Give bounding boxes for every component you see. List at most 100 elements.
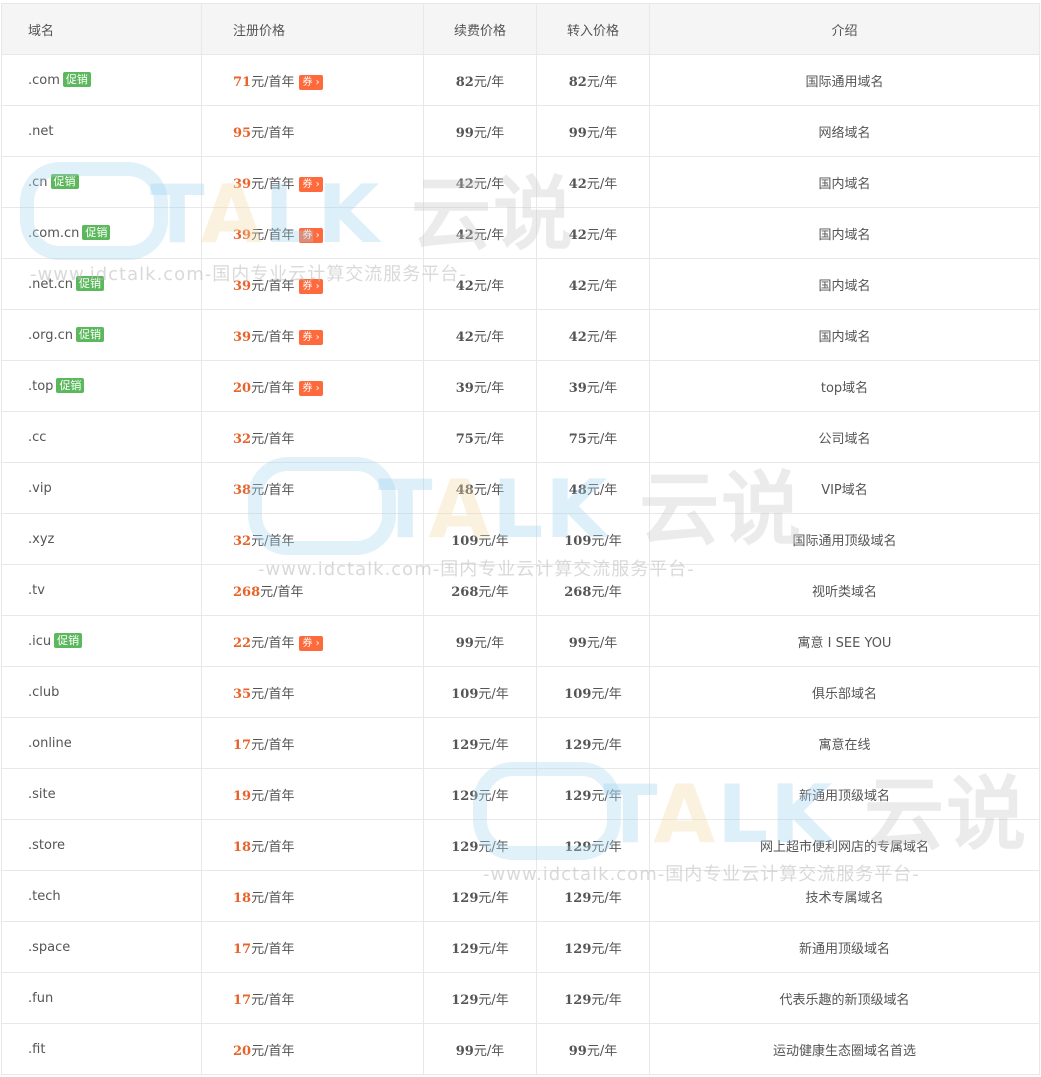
intro-cell: 寓意 I SEE YOU xyxy=(649,615,1040,667)
register-price-cell: 39元/首年券 › xyxy=(201,207,424,259)
intro-cell: 网络域名 xyxy=(649,105,1040,157)
renew-price-unit: 元/年 xyxy=(473,278,505,294)
register-price-unit: 元/首年 xyxy=(251,329,295,345)
register-price-cell: 17元/首年 xyxy=(201,972,424,1024)
renew-price-unit: 元/年 xyxy=(478,737,509,753)
domain-name: .fun xyxy=(28,990,54,1006)
transfer-price-value: 48 xyxy=(568,482,587,498)
coupon-button[interactable]: 券 › xyxy=(299,380,323,396)
promo-badge: 促销 xyxy=(56,378,85,393)
register-price-cell: 18元/首年 xyxy=(201,870,424,922)
register-price-value: 32 xyxy=(233,533,252,549)
renew-price-cell: 39元/年 xyxy=(423,360,537,412)
transfer-price-value: 42 xyxy=(568,227,587,243)
coupon-button[interactable]: 券 › xyxy=(299,74,323,90)
transfer-price-unit: 元/年 xyxy=(591,992,622,1008)
header-register-price: 注册价格 xyxy=(201,3,424,55)
register-price-value: 19 xyxy=(233,788,252,804)
register-price-cell: 71元/首年券 › xyxy=(201,54,424,106)
intro-cell: 运动健康生态圈域名首选 xyxy=(649,1023,1040,1075)
renew-price-unit: 元/年 xyxy=(478,533,509,549)
domain-cell: .top 促销 xyxy=(1,360,202,412)
transfer-price-cell: 129元/年 xyxy=(536,870,650,922)
renew-price-value: 109 xyxy=(451,533,479,549)
renew-price-cell: 99元/年 xyxy=(423,105,537,157)
table-row: .tech 18元/首年 129元/年 129元/年 技术专属域名 xyxy=(1,870,1040,922)
transfer-price-cell: 129元/年 xyxy=(536,921,650,973)
table-row: .com.cn 促销 39元/首年券 › 42元/年 42元/年 国内域名 xyxy=(1,207,1040,259)
register-price-value: 18 xyxy=(233,890,252,906)
header-domain: 域名 xyxy=(1,3,202,55)
transfer-price-cell: 129元/年 xyxy=(536,972,650,1024)
domain-cell: .fit xyxy=(1,1023,202,1075)
renew-price-value: 129 xyxy=(451,788,479,804)
register-price-unit: 元/首年 xyxy=(251,74,295,90)
transfer-price-unit: 元/年 xyxy=(586,176,618,192)
domain-name: .net xyxy=(28,123,54,139)
intro-cell: 新通用顶级域名 xyxy=(649,921,1040,973)
register-price-value: 39 xyxy=(233,176,252,192)
register-price-value: 32 xyxy=(233,431,252,447)
register-price-cell: 17元/首年 xyxy=(201,717,424,769)
register-price-cell: 39元/首年券 › xyxy=(201,156,424,208)
transfer-price-unit: 元/年 xyxy=(586,278,618,294)
register-price-unit: 元/首年 xyxy=(251,737,295,753)
domain-cell: .space xyxy=(1,921,202,973)
domain-cell: .com.cn 促销 xyxy=(1,207,202,259)
register-price-cell: 18元/首年 xyxy=(201,819,424,871)
promo-badge: 促销 xyxy=(82,225,111,240)
domain-cell: .club xyxy=(1,666,202,718)
transfer-price-unit: 元/年 xyxy=(586,329,618,345)
renew-price-value: 109 xyxy=(451,686,479,702)
renew-price-unit: 元/年 xyxy=(478,941,509,957)
register-price-cell: 35元/首年 xyxy=(201,666,424,718)
transfer-price-cell: 129元/年 xyxy=(536,819,650,871)
renew-price-cell: 42元/年 xyxy=(423,258,537,310)
renew-price-unit: 元/年 xyxy=(473,482,505,498)
domain-name: .cc xyxy=(28,429,47,445)
intro-cell: 国际通用顶级域名 xyxy=(649,513,1040,565)
coupon-button[interactable]: 券 › xyxy=(299,176,323,192)
domain-cell: .fun xyxy=(1,972,202,1024)
renew-price-value: 129 xyxy=(451,737,479,753)
transfer-price-value: 75 xyxy=(568,431,587,447)
domain-name: .club xyxy=(28,684,60,700)
register-price-cell: 20元/首年 xyxy=(201,1023,424,1075)
renew-price-cell: 129元/年 xyxy=(423,768,537,820)
domain-cell: .store xyxy=(1,819,202,871)
intro-cell: 国内域名 xyxy=(649,258,1040,310)
coupon-button[interactable]: 券 › xyxy=(299,227,323,243)
renew-price-cell: 42元/年 xyxy=(423,156,537,208)
domain-name: .cn xyxy=(28,175,48,190)
register-price-unit: 元/首年 xyxy=(251,125,295,141)
coupon-button[interactable]: 券 › xyxy=(299,635,323,651)
register-price-unit: 元/首年 xyxy=(251,941,295,957)
renew-price-unit: 元/年 xyxy=(478,788,509,804)
register-price-unit: 元/首年 xyxy=(251,227,295,243)
transfer-price-unit: 元/年 xyxy=(586,635,618,651)
renew-price-cell: 42元/年 xyxy=(423,207,537,259)
renew-price-cell: 129元/年 xyxy=(423,972,537,1024)
renew-price-value: 99 xyxy=(455,125,474,141)
transfer-price-cell: 42元/年 xyxy=(536,309,650,361)
renew-price-value: 75 xyxy=(455,431,474,447)
register-price-value: 17 xyxy=(233,992,252,1008)
register-price-cell: 38元/首年 xyxy=(201,462,424,514)
coupon-button[interactable]: 券 › xyxy=(299,278,323,294)
coupon-button[interactable]: 券 › xyxy=(299,329,323,345)
register-price-value: 35 xyxy=(233,686,252,702)
domain-name: .vip xyxy=(28,480,52,496)
intro-cell: 国内域名 xyxy=(649,207,1040,259)
transfer-price-cell: 268元/年 xyxy=(536,564,650,616)
transfer-price-cell: 129元/年 xyxy=(536,768,650,820)
renew-price-unit: 元/年 xyxy=(478,839,509,855)
intro-cell: 国内域名 xyxy=(649,156,1040,208)
register-price-unit: 元/首年 xyxy=(251,890,295,906)
intro-cell: top域名 xyxy=(649,360,1040,412)
transfer-price-value: 99 xyxy=(568,125,587,141)
header-intro: 介绍 xyxy=(649,3,1040,55)
register-price-cell: 19元/首年 xyxy=(201,768,424,820)
register-price-unit: 元/首年 xyxy=(260,584,304,600)
renew-price-unit: 元/年 xyxy=(478,890,509,906)
intro-cell: 代表乐趣的新顶级域名 xyxy=(649,972,1040,1024)
